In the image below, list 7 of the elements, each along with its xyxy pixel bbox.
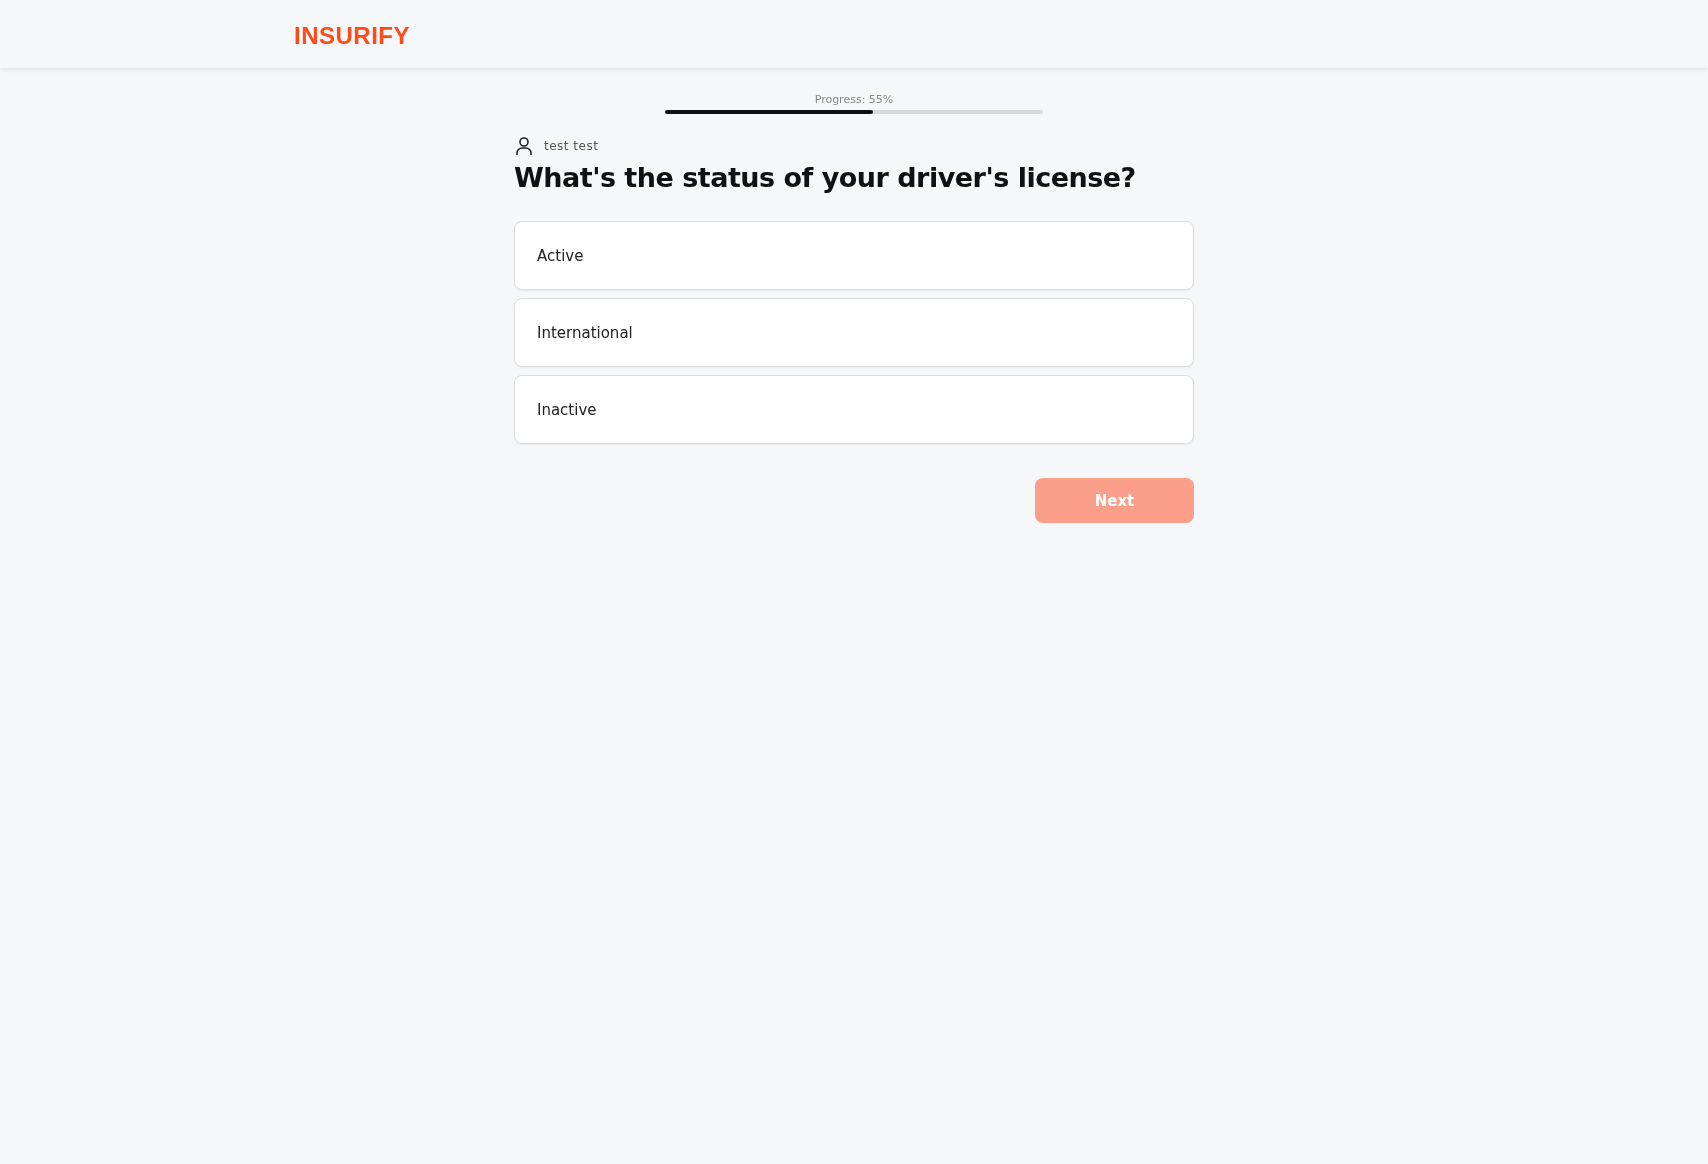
person-icon bbox=[514, 136, 534, 156]
progress-label: Progress: 55% bbox=[814, 93, 894, 106]
answer-option[interactable]: Active bbox=[514, 221, 1194, 290]
question-heading: What's the status of your driver's license? bbox=[514, 162, 1137, 193]
answer-option[interactable]: Inactive bbox=[514, 375, 1194, 444]
user-name: test test bbox=[544, 139, 599, 153]
answer-option[interactable]: International bbox=[514, 298, 1194, 367]
